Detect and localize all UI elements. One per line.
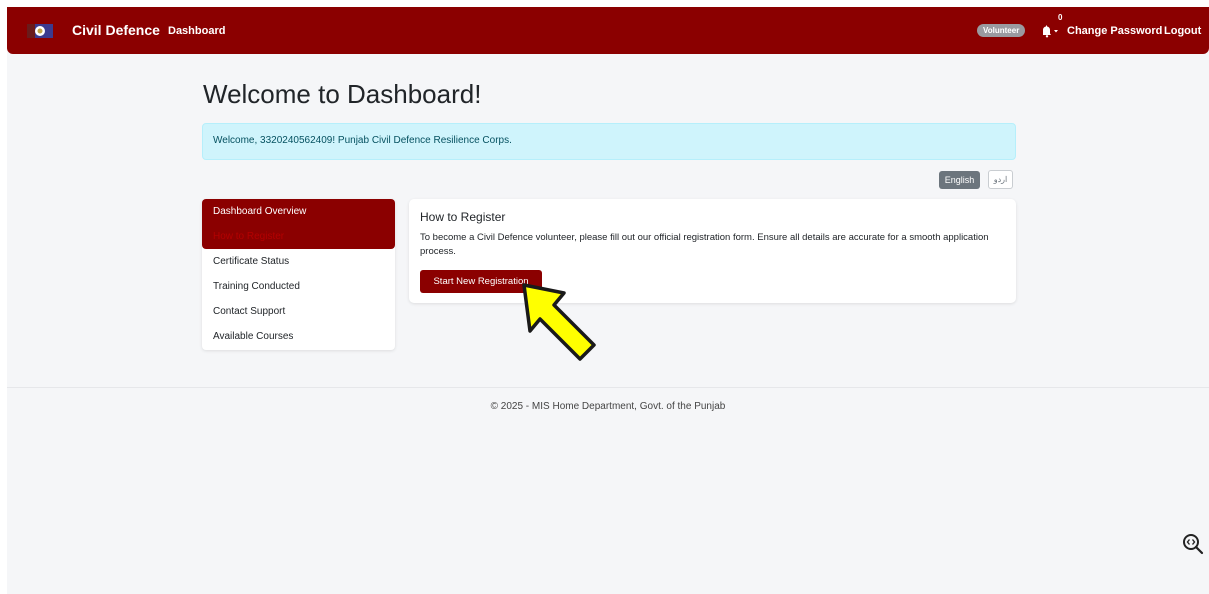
sidebar-item-dashboard-overview[interactable]: Dashboard Overview <box>202 199 395 224</box>
nav-dashboard-link[interactable]: Dashboard <box>168 25 225 37</box>
change-password-link[interactable]: Change Password <box>1067 25 1162 37</box>
brand-title[interactable]: Civil Defence <box>72 22 160 38</box>
card-title: How to Register <box>420 210 506 224</box>
top-navbar: Civil Defence Dashboard Volunteer 0 Chan… <box>7 7 1209 54</box>
app-frame: Civil Defence Dashboard Volunteer 0 Chan… <box>7 7 1209 594</box>
sidebar-menu: Dashboard Overview How to Register Certi… <box>202 199 395 350</box>
footer-text: © 2025 - MIS Home Department, Govt. of t… <box>490 401 726 412</box>
urdu-language-button[interactable]: اردو <box>988 170 1013 189</box>
english-language-button[interactable]: English <box>939 171 980 189</box>
welcome-alert: Welcome, 3320240562409! Punjab Civil Def… <box>202 123 1016 160</box>
page-title: Welcome to Dashboard! <box>203 79 482 109</box>
sidebar-item-available-courses[interactable]: Available Courses <box>202 324 395 349</box>
notification-count: 0 <box>1058 13 1063 22</box>
pointer-arrow-icon <box>522 283 596 361</box>
zoom-icon[interactable] <box>1181 532 1205 556</box>
card-description: To become a Civil Defence volunteer, ple… <box>420 232 989 257</box>
sidebar-item-certificate-status[interactable]: Certificate Status <box>202 249 395 274</box>
civil-defence-logo[interactable] <box>25 21 55 41</box>
role-badge: Volunteer <box>977 24 1026 37</box>
footer-divider <box>7 387 1209 388</box>
sidebar-item-contact-support[interactable]: Contact Support <box>202 299 395 324</box>
bell-icon[interactable] <box>1037 23 1059 39</box>
logout-link[interactable]: Logout <box>1164 25 1201 37</box>
sidebar-item-training-conducted[interactable]: Training Conducted <box>202 274 395 299</box>
sidebar-item-how-to-register[interactable]: How to Register <box>202 224 395 249</box>
how-to-register-card: How to Register To become a Civil Defenc… <box>409 199 1016 303</box>
